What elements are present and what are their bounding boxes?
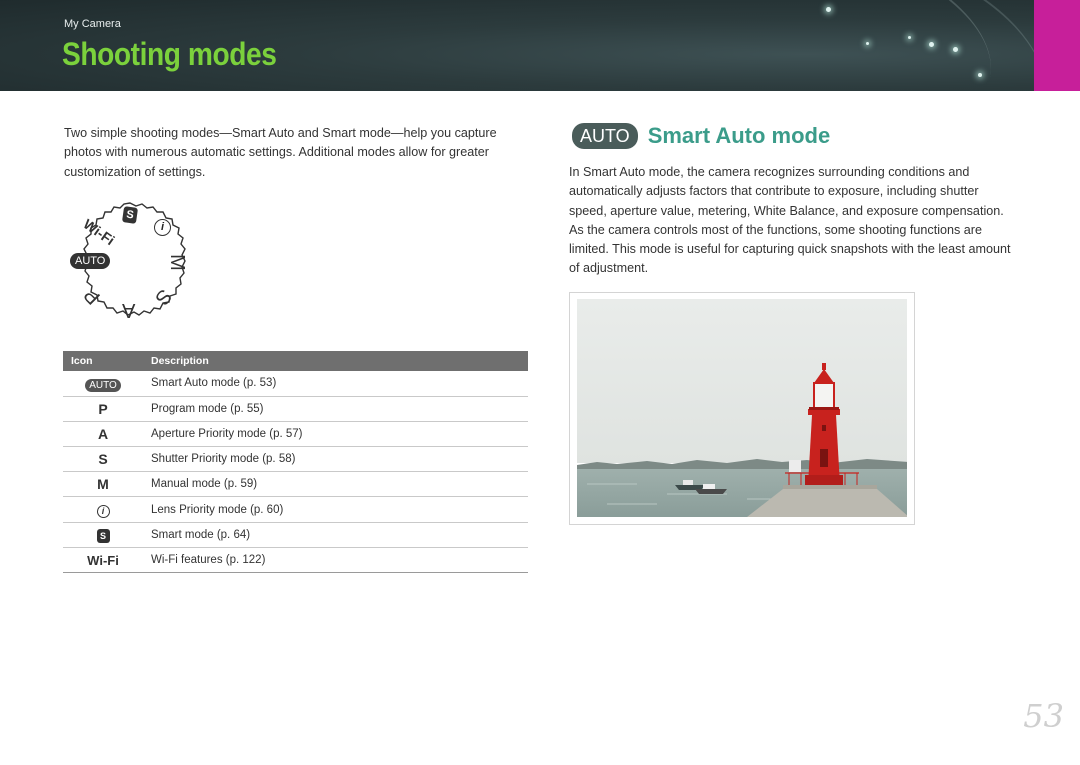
- table-row: Wi-Fi Wi-Fi features (p. 122): [63, 547, 528, 574]
- table-row: A Aperture Priority mode (p. 57): [63, 421, 528, 448]
- body-paragraph: In Smart Auto mode, the camera recognize…: [569, 165, 1011, 276]
- sparkle-decoration: [978, 73, 982, 77]
- description-cell: Smart mode (p. 64): [143, 522, 528, 548]
- sparkle-decoration: [908, 36, 911, 39]
- description-cell: Aperture Priority mode (p. 57): [143, 421, 528, 448]
- auto-mode-icon: AUTO: [85, 378, 121, 392]
- section-heading: AUTO Smart Auto mode: [572, 123, 830, 149]
- mode-table: Icon Description AUTO Smart Auto mode (p…: [63, 351, 528, 574]
- lighthouse-photo: [577, 299, 907, 517]
- program-mode-icon: P: [63, 396, 143, 422]
- auto-mode-badge-icon: AUTO: [572, 123, 638, 149]
- lens-priority-icon: i: [96, 505, 110, 519]
- table-header-row: Icon Description: [63, 351, 528, 371]
- dial-aperture-label: A: [122, 299, 136, 321]
- shutter-mode-icon: S: [63, 446, 143, 473]
- table-row: AUTO Smart Auto mode (p. 53): [63, 371, 528, 397]
- dial-auto-chip: AUTO: [70, 253, 111, 269]
- page-title: Shooting modes: [62, 36, 277, 72]
- table-row: S Shutter Priority mode (p. 58): [63, 446, 528, 473]
- sparkle-decoration: [953, 47, 958, 52]
- icon-cell: Wi-Fi: [63, 547, 143, 574]
- mode-dial-illustration: S i M S A P AUTO Wi-Fi: [62, 195, 198, 331]
- example-photo-frame: [569, 292, 915, 525]
- table-row: S Smart mode (p. 64): [63, 522, 528, 548]
- sparkle-decoration: [826, 7, 831, 12]
- description-cell: Program mode (p. 55): [143, 396, 528, 422]
- dial-lens-icon: i: [154, 219, 171, 236]
- section-title: Smart Auto mode: [647, 123, 831, 148]
- description-cell: Lens Priority mode (p. 60): [143, 496, 528, 523]
- icon-cell: i: [63, 496, 143, 523]
- description-cell: Smart Auto mode (p. 53): [143, 371, 528, 397]
- header-banner: My Camera Shooting modes: [0, 0, 1034, 91]
- dial-manual-label: M: [165, 254, 188, 271]
- table-row: P Program mode (p. 55): [63, 396, 528, 422]
- table-row: M Manual mode (p. 59): [63, 471, 528, 498]
- description-cell: Wi-Fi features (p. 122): [143, 547, 528, 574]
- table-header-description: Description: [143, 351, 528, 371]
- table-row: i Lens Priority mode (p. 60): [63, 496, 528, 523]
- table-header-icon: Icon: [63, 351, 143, 371]
- intro-paragraph: Two simple shooting modes—Smart Auto and…: [64, 126, 497, 179]
- aperture-mode-icon: A: [63, 421, 143, 448]
- dial-smart-icon: S: [121, 206, 139, 224]
- wifi-icon: Wi-Fi: [87, 552, 119, 568]
- sparkle-decoration: [929, 42, 934, 47]
- smart-mode-icon: S: [96, 529, 110, 544]
- icon-cell: AUTO: [63, 371, 143, 397]
- page-number: 53: [1023, 697, 1064, 735]
- icon-cell: S: [63, 522, 143, 548]
- description-cell: Manual mode (p. 59): [143, 471, 528, 498]
- sparkle-decoration: [866, 42, 869, 45]
- manual-mode-icon: M: [63, 471, 143, 498]
- description-cell: Shutter Priority mode (p. 58): [143, 446, 528, 473]
- chapter-tab: [1034, 0, 1080, 91]
- section-label: My Camera: [64, 18, 121, 30]
